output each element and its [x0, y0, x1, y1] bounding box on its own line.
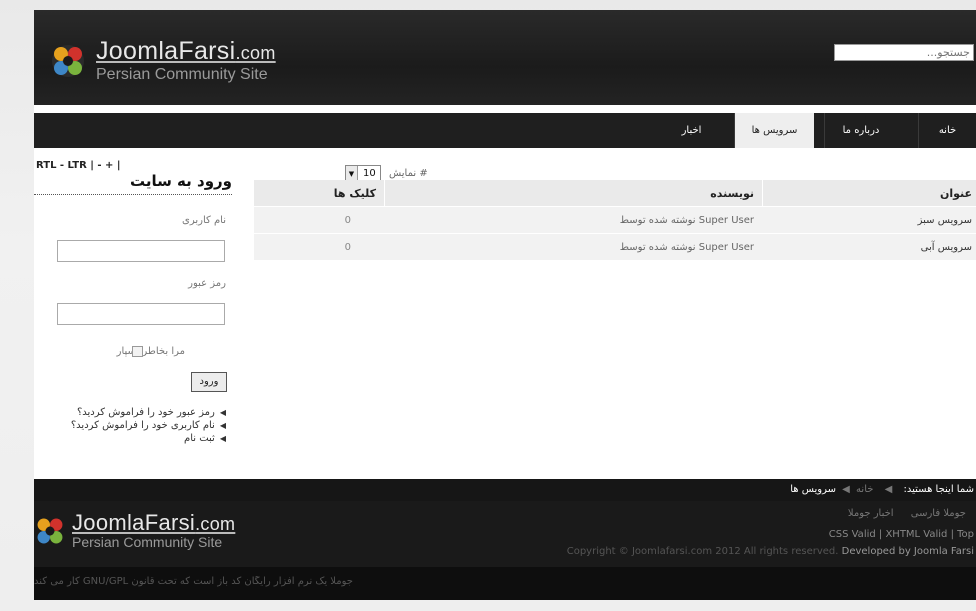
validation-links[interactable]: CSS Valid | XHTML Valid | Top [829, 529, 974, 540]
row-author: نوشته شده توسط Super User [619, 215, 754, 226]
nav-item-news[interactable]: اخبار [659, 113, 724, 148]
footer-logo-subtitle: Persian Community Site [72, 534, 223, 550]
site-footer: شما اینجا هستید: ◀ خانه ◀ سرویس ها Jooml… [34, 479, 976, 600]
bullet-arrow-icon: ◀ [219, 408, 226, 417]
row-clicks: 0 [344, 215, 351, 226]
license-bar: جوملا یک نرم افزار رایگان کد باز است که … [34, 567, 976, 600]
row-author: نوشته شده توسط Super User [619, 242, 754, 253]
username-field[interactable] [57, 240, 225, 262]
table-row: سرویس سبز نوشته شده توسط Super User 0 [254, 207, 976, 234]
breadcrumb-home-link[interactable]: خانه [856, 484, 873, 495]
footer-menu-item[interactable]: جوملا فارسی [911, 508, 966, 519]
login-button[interactable]: ورود [191, 372, 227, 392]
row-title-link[interactable]: سرویس آبی [921, 234, 972, 261]
register-link[interactable]: ◀ثبت نام [36, 432, 226, 445]
username-label: نام کاربری [182, 215, 226, 226]
login-title: ورود به سایت [34, 170, 232, 195]
main-content: ▼ 10 نمایش # عنوان نویسنده کلیک ها سرویس… [254, 150, 976, 475]
page-container: JoomlaFarsi.com Persian Community Site خ… [34, 10, 976, 600]
developer-credit[interactable]: Developed by Joomla Farsi [842, 546, 974, 557]
joomla-logo-icon [37, 518, 63, 544]
forgot-username-link[interactable]: ◀نام کاربری خود را فراموش کردید؟ [36, 419, 226, 432]
footer-logo[interactable]: JoomlaFarsi.com Persian Community Site [34, 512, 235, 550]
breadcrumb-current: سرویس ها [790, 484, 836, 495]
license-text: جوملا یک نرم افزار رایگان کد باز است که … [34, 576, 353, 587]
bullet-arrow-icon: ◀ [219, 421, 226, 430]
login-module: RTL - LTR | - + | ورود به سایت نام کاربر… [34, 150, 234, 475]
breadcrumb-separator-icon: ◀ [842, 484, 850, 495]
column-header-author[interactable]: نویسنده [710, 180, 754, 207]
column-header-title[interactable]: عنوان [940, 180, 972, 207]
row-title-link[interactable]: سرویس سبز [918, 207, 972, 234]
column-header-clicks[interactable]: کلیک ها [334, 180, 376, 207]
services-table: عنوان نویسنده کلیک ها سرویس سبز نوشته شد… [254, 180, 976, 261]
remember-checkbox[interactable] [132, 346, 143, 357]
nav-item-about[interactable]: درباره ما [824, 113, 897, 148]
password-field[interactable] [57, 303, 225, 325]
footer-menu: جوملا فارسی اخبار جوملا [834, 508, 966, 519]
table-row: سرویس آبی نوشته شده توسط Super User 0 [254, 234, 976, 261]
copyright: Copyright © Joomlafarsi.com 2012 All rig… [566, 546, 974, 557]
display-limit-label: نمایش # [389, 168, 428, 179]
remember-label: مرا بخاطر بسپار [116, 346, 185, 357]
footer-logo-title: JoomlaFarsi.com [72, 510, 236, 535]
nav-item-services[interactable]: سرویس ها [734, 113, 814, 148]
bullet-arrow-icon: ◀ [219, 434, 226, 443]
chevron-down-icon: ▼ [346, 166, 358, 181]
site-logo[interactable]: JoomlaFarsi.com Persian Community Site [50, 38, 276, 84]
site-header: JoomlaFarsi.com Persian Community Site [34, 10, 976, 105]
logo-subtitle: Persian Community Site [96, 66, 268, 83]
login-links: ◀رمز عبور خود را فراموش کردید؟ ◀نام کارب… [36, 406, 226, 445]
nav-item-home[interactable]: خانه [918, 113, 976, 148]
forgot-password-link[interactable]: ◀رمز عبور خود را فراموش کردید؟ [36, 406, 226, 419]
logo-title: JoomlaFarsi.com [96, 37, 276, 65]
breadcrumb-separator-icon: ◀ [884, 484, 893, 495]
row-clicks: 0 [344, 242, 351, 253]
breadcrumb-label: شما اینجا هستید: [903, 484, 975, 495]
main-nav: خانه درباره ما سرویس ها اخبار [34, 113, 976, 148]
breadcrumb: شما اینجا هستید: ◀ خانه ◀ سرویس ها [34, 479, 976, 501]
search-input[interactable] [834, 44, 974, 61]
footer-menu-item[interactable]: اخبار جوملا [848, 508, 894, 519]
table-header-row: عنوان نویسنده کلیک ها [254, 180, 976, 207]
password-label: رمز عبور [188, 278, 226, 289]
joomla-logo-icon [52, 45, 84, 77]
